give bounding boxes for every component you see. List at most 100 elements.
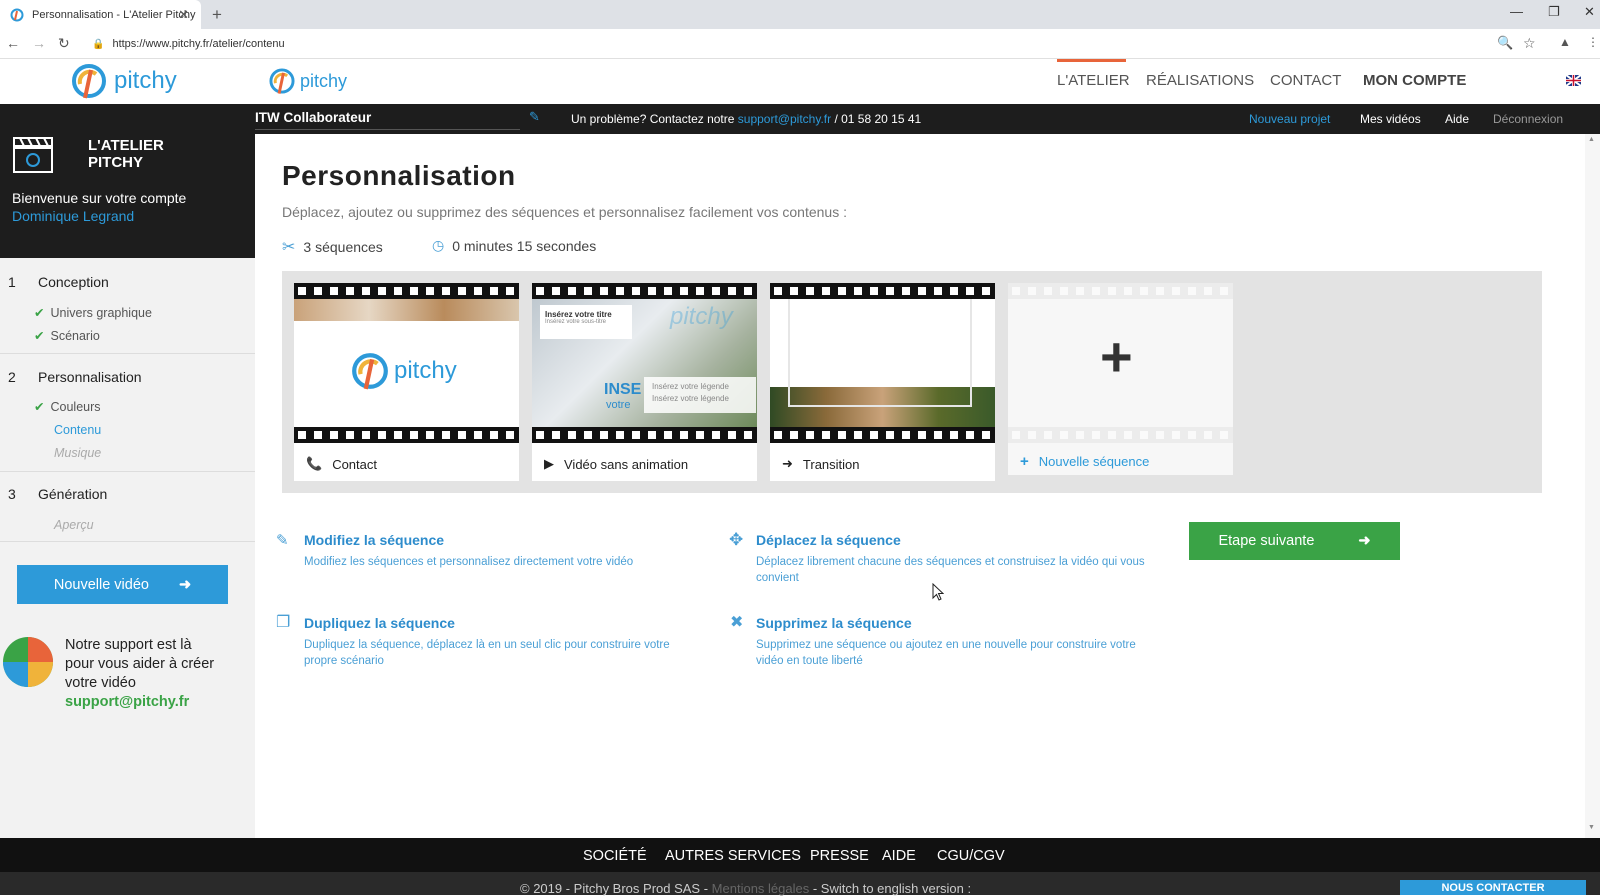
step-generation[interactable]: Génération [38, 486, 107, 502]
legal-link[interactable]: Mentions légales [712, 881, 810, 896]
substep-contenu[interactable]: Contenu [54, 423, 101, 437]
restore-icon[interactable]: ❐ [1548, 4, 1560, 20]
thumbnail-caption: Insérez votre légende [652, 394, 729, 403]
sequence-count-text: 3 séquences [303, 239, 383, 255]
bookmark-star-icon[interactable]: ☆ [1523, 35, 1536, 52]
new-sequence-text: Nouvelle séquence [1038, 454, 1150, 469]
logo-text: pitchy [114, 67, 177, 94]
url-field[interactable]: 🔒 https://www.pitchy.fr/atelier/contenu [92, 32, 1557, 56]
new-video-button[interactable]: Nouvelle vidéo ➜ [17, 565, 228, 604]
url-text: https://www.pitchy.fr/atelier/contenu [112, 38, 285, 50]
close-window-icon[interactable]: ✕ [1584, 4, 1595, 20]
contact-us-button[interactable]: NOUS CONTACTER [1400, 880, 1586, 895]
scroll-up-icon[interactable]: ▲ [1588, 136, 1595, 143]
sidebar-logo[interactable]: pitchy [70, 62, 177, 100]
new-video-label: Nouvelle vidéo [53, 576, 149, 593]
help-email-link[interactable]: support@pitchy.fr [738, 112, 831, 126]
arrow-right-icon: ➜ [178, 576, 192, 593]
nav-atelier[interactable]: L'ATELIER [1057, 72, 1130, 89]
minimize-icon[interactable]: — [1510, 4, 1523, 19]
footer-link-aide[interactable]: AIDE [882, 848, 916, 864]
switch-lang-text[interactable]: - Switch to english version : [813, 881, 971, 896]
thumbnail-watermark: pitchy [670, 303, 733, 330]
browser-menu-icon[interactable]: ⋮ [1587, 35, 1599, 49]
thumbnail-big-text: INSE [604, 381, 642, 398]
substep-apercu[interactable]: Aperçu [54, 518, 94, 532]
sequence-card-transition[interactable]: ➜ Transition [770, 283, 995, 481]
pitchy-logo-small-icon [269, 68, 295, 94]
next-step-label: Etape suivante [1218, 533, 1315, 549]
substep-musique[interactable]: Musique [54, 446, 101, 460]
tab-close-icon[interactable]: ✕ [178, 7, 189, 23]
pitchy-logo-icon [72, 64, 106, 99]
feature-delete-desc: Supprimez une séquence ou ajoutez en une… [756, 639, 1136, 667]
extension-icon[interactable]: ▲ [1559, 35, 1571, 49]
check-icon: ✔ [34, 306, 45, 320]
thumbnail-caption: Insérez votre légende [652, 382, 729, 391]
next-step-button[interactable]: Etape suivante ➜ [1189, 522, 1400, 560]
footer-link-presse[interactable]: PRESSE [810, 848, 869, 864]
zoom-icon[interactable]: 🔍 [1497, 35, 1513, 51]
sequence-label: ➜ Transition [782, 456, 860, 472]
nav-contact[interactable]: CONTACT [1270, 72, 1341, 89]
footer-link-cgu[interactable]: CGU/CGV [937, 848, 1005, 864]
logout-link[interactable]: Déconnexion [1493, 112, 1563, 126]
nav-realisations[interactable]: RÉALISATIONS [1146, 72, 1254, 89]
thumbnail-subtitle: Insérez votre sous-titre [545, 319, 607, 325]
substep-univers-graphique[interactable]: ✔ Univers graphique [34, 305, 152, 320]
arrow-right-icon: ➜ [1358, 533, 1371, 549]
site-header [0, 59, 1600, 104]
reload-icon[interactable]: ↻ [58, 35, 70, 52]
film-strip-top [1008, 283, 1233, 299]
sidebar-header: L'ATELIER PITCHY Bienvenue sur votre com… [0, 104, 255, 258]
new-sequence-label[interactable]: + Nouvelle séquence [1020, 453, 1149, 470]
sequence-card-contact[interactable]: pitchy 📞 Contact [294, 283, 519, 481]
footer-link-societe[interactable]: SOCIÉTÉ [583, 848, 647, 864]
thumbnail-title-box: Insérez votre titre Insérez votre sous-t… [540, 305, 632, 339]
film-strip-bottom [1008, 427, 1233, 443]
site-logo[interactable]: pitchy [268, 67, 347, 95]
step-personnalisation[interactable]: Personnalisation [38, 369, 142, 385]
uk-flag-icon[interactable] [1566, 75, 1581, 86]
sequence-card-video[interactable]: Insérez votre titre Insérez votre sous-t… [532, 283, 757, 481]
duplicate-icon: ❐ [276, 614, 291, 631]
step-2-number: 2 [8, 369, 16, 385]
support-avatar [3, 637, 53, 687]
forward-icon[interactable]: → [32, 35, 46, 51]
film-strip-top [294, 283, 519, 299]
new-tab-icon[interactable]: + [212, 5, 222, 25]
project-name-field[interactable]: ITW Collaborateur [255, 110, 520, 130]
feature-edit-title: Modifiez la séquence [304, 532, 445, 548]
help-link[interactable]: Aide [1445, 112, 1469, 126]
lock-icon: 🔒 [92, 38, 105, 50]
edit-pencil-icon[interactable]: ✎ [529, 109, 540, 125]
feature-duplicate-title: Dupliquez la séquence [304, 615, 455, 631]
step-conception[interactable]: Conception [38, 274, 109, 290]
nav-mon-compte[interactable]: MON COMPTE [1363, 72, 1466, 89]
logo-text-small: pitchy [300, 70, 348, 91]
scroll-down-icon[interactable]: ▼ [1588, 824, 1595, 831]
support-email-link[interactable]: support@pitchy.fr [65, 693, 214, 712]
browser-tab[interactable]: Personnalisation - L'Atelier Pitchy ✕ [0, 0, 201, 29]
brand-line-2: PITCHY [88, 154, 144, 171]
plus-icon: + [1020, 453, 1029, 470]
substep-scenario[interactable]: ✔ Scénario [34, 328, 100, 343]
brand-line-1: L'ATELIER [88, 137, 164, 154]
new-project-link[interactable]: Nouveau projet [1249, 112, 1330, 126]
sequence-label-text: Contact [332, 456, 377, 472]
add-sequence-plus-icon[interactable]: + [1100, 329, 1133, 385]
my-videos-link[interactable]: Mes vidéos [1360, 112, 1421, 126]
page-scrollbar[interactable]: ▲ ▼ [1585, 134, 1600, 838]
thumbnail-big-text-2: votre [606, 399, 631, 411]
support-text: Notre support est là pour vous aider à c… [65, 636, 214, 712]
help-text: Un problème? Contactez notre [571, 112, 735, 126]
check-icon: ✔ [34, 329, 45, 343]
feature-move-desc: Déplacez librement chacune des séquences… [756, 556, 1145, 584]
pitchy-logo-icon [352, 353, 388, 390]
user-name-link[interactable]: Dominique Legrand [12, 208, 134, 224]
new-sequence-card[interactable]: + + Nouvelle séquence [1008, 283, 1233, 475]
footer-link-autres-services[interactable]: AUTRES SERVICES [665, 848, 801, 864]
scissors-icon: ✂ [282, 239, 296, 256]
back-icon[interactable]: ← [6, 35, 20, 51]
substep-couleurs[interactable]: ✔ Couleurs [34, 399, 101, 414]
